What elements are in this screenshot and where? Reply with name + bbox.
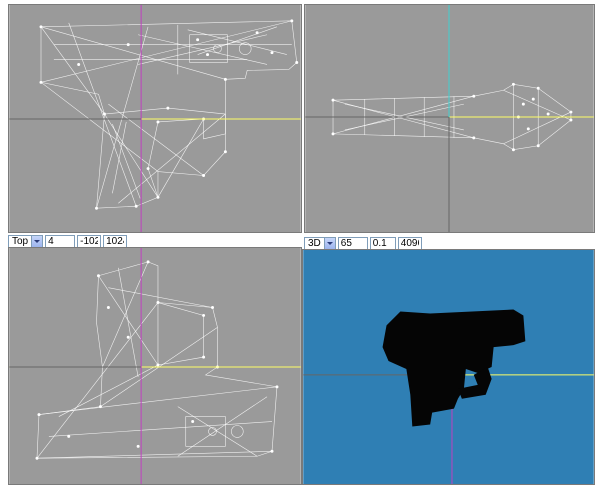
dropdown-arrow-icon[interactable] xyxy=(31,235,43,247)
viewport-front-bottom-left[interactable] xyxy=(8,247,302,485)
right-view-toolbar: 3D xyxy=(304,236,422,250)
range-max-field[interactable] xyxy=(103,234,128,248)
view-select[interactable]: 3D xyxy=(304,236,336,250)
wireframe-canvas xyxy=(305,5,594,232)
grid-size-field[interactable] xyxy=(45,234,76,248)
fov-field[interactable] xyxy=(337,236,368,250)
viewport-top-top-right[interactable] xyxy=(304,4,595,233)
view-select[interactable]: Top xyxy=(8,234,44,248)
view-select-value: 3D xyxy=(308,237,321,249)
dropdown-arrow-icon[interactable] xyxy=(323,237,335,249)
far-clip-field[interactable] xyxy=(397,236,422,250)
range-min-field[interactable] xyxy=(77,234,102,248)
near-clip-field[interactable] xyxy=(369,236,396,250)
viewport-3d-bottom-right[interactable] xyxy=(302,249,595,485)
wireframe-canvas xyxy=(9,248,301,484)
viewport-side-top-left[interactable] xyxy=(8,4,302,233)
view-select-value: Top xyxy=(12,235,29,247)
3d-canvas xyxy=(303,250,594,484)
left-view-toolbar: Top xyxy=(8,234,128,248)
wireframe-canvas xyxy=(9,5,301,232)
